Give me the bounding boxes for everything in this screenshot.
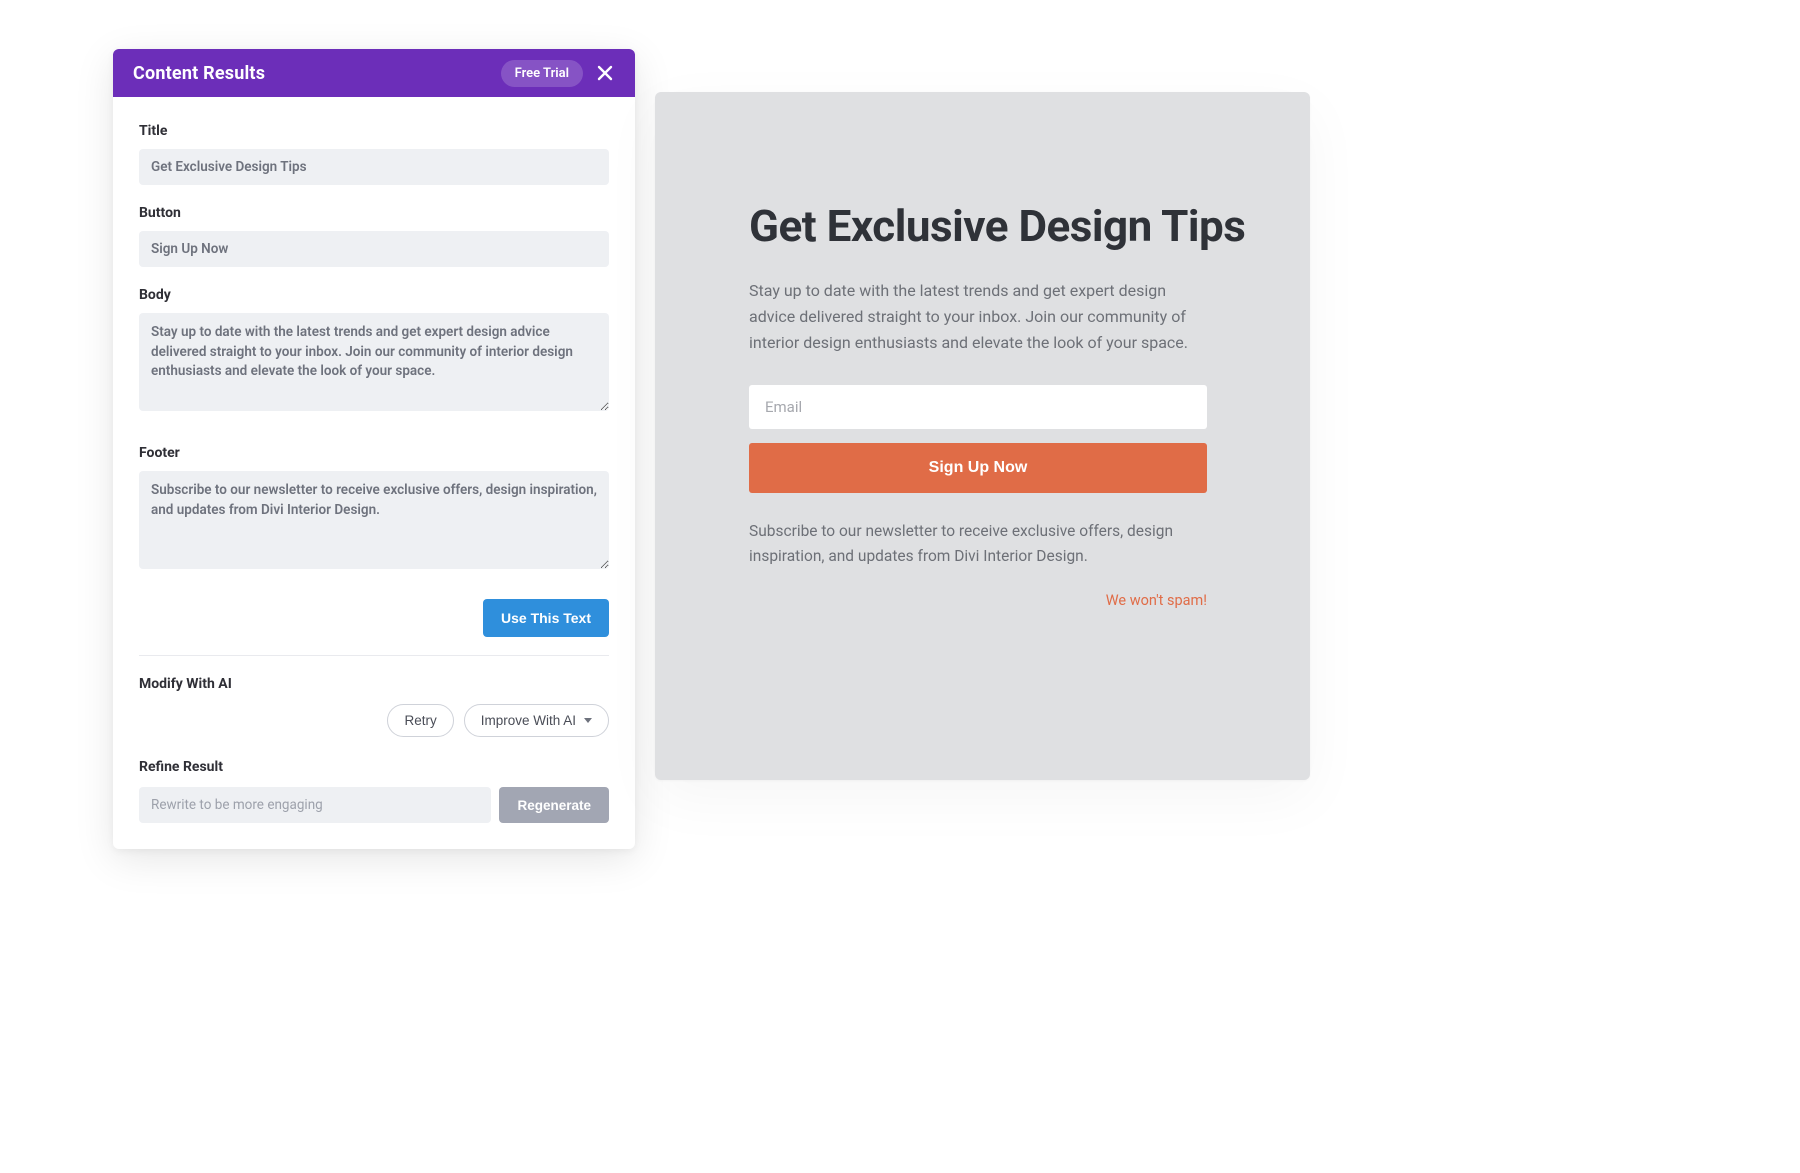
footer-textarea[interactable]: Subscribe to our newsletter to receive e…: [139, 471, 609, 569]
button-input[interactable]: [139, 231, 609, 267]
preview-body-text: Stay up to date with the latest trends a…: [749, 278, 1209, 357]
no-spam-note: We won't spam!: [749, 592, 1207, 609]
body-textarea[interactable]: Stay up to date with the latest trends a…: [139, 313, 609, 411]
refine-input[interactable]: [139, 787, 491, 823]
preview-pane: Get Exclusive Design Tips Stay up to dat…: [655, 92, 1310, 780]
email-field[interactable]: [749, 385, 1207, 429]
panel-header: Content Results Free Trial: [113, 49, 635, 97]
retry-button[interactable]: Retry: [387, 704, 453, 737]
body-label: Body: [139, 287, 609, 303]
use-this-text-button[interactable]: Use This Text: [483, 599, 609, 637]
title-input[interactable]: [139, 149, 609, 185]
panel-title: Content Results: [133, 63, 501, 84]
preview-footer-text: Subscribe to our newsletter to receive e…: [749, 519, 1209, 570]
close-icon[interactable]: [595, 63, 615, 83]
panel-body: Title Button Body Stay up to date with t…: [113, 97, 635, 593]
preview-heading: Get Exclusive Design Tips: [749, 200, 1260, 254]
improve-with-ai-label: Improve With AI: [481, 713, 576, 728]
footer-label: Footer: [139, 445, 609, 461]
title-label: Title: [139, 123, 609, 139]
button-label: Button: [139, 205, 609, 221]
chevron-down-icon: [584, 718, 592, 723]
sign-up-button[interactable]: Sign Up Now: [749, 443, 1207, 493]
improve-with-ai-button[interactable]: Improve With AI: [464, 704, 609, 737]
refine-result-label: Refine Result: [113, 759, 635, 787]
content-results-panel: Content Results Free Trial Title Button …: [113, 49, 635, 849]
divider: [139, 655, 609, 656]
use-text-row: Use This Text: [113, 593, 635, 655]
free-trial-badge[interactable]: Free Trial: [501, 60, 583, 87]
modify-buttons-row: Retry Improve With AI: [113, 704, 635, 759]
regenerate-button[interactable]: Regenerate: [499, 787, 609, 823]
refine-row: Regenerate: [113, 787, 635, 823]
modify-with-ai-label: Modify With AI: [113, 676, 635, 704]
